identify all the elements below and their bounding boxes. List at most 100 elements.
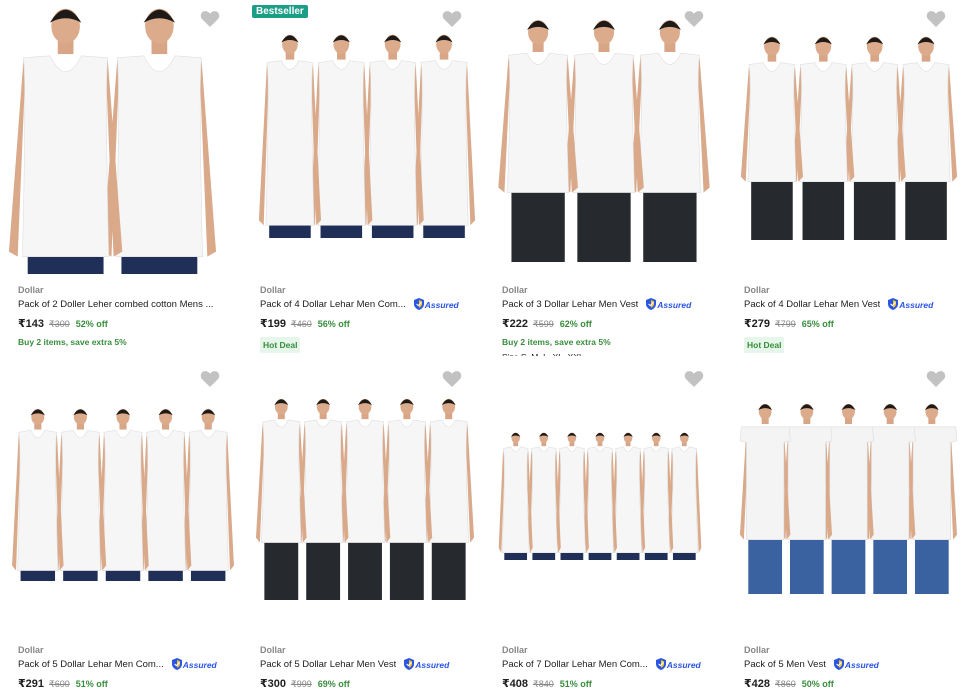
product-info: Dollar Pack of 2 Doller Leher combed cott…: [18, 284, 240, 347]
product-image[interactable]: [726, 360, 962, 640]
assured-label: Assured: [657, 299, 692, 310]
product-title[interactable]: Pack of 2 Doller Leher combed cotton Men…: [18, 298, 213, 311]
shield-icon: [404, 657, 415, 672]
original-price: ₹999: [291, 679, 312, 689]
product-card[interactable]: Bestseller Dollar Pack of 4 Dollar Lehar M…: [242, 0, 484, 360]
original-price: ₹460: [291, 319, 312, 329]
product-title[interactable]: Pack of 3 Dollar Lehar Men Vest: [502, 298, 638, 311]
product-card[interactable]: Dollar Pack of 3 Dollar Lehar Men Vest Ass…: [484, 0, 726, 360]
shield-icon: [171, 657, 183, 672]
title-row: Pack of 7 Dollar Lehar Men Com... Assured: [502, 657, 724, 672]
heart-icon[interactable]: [200, 10, 220, 28]
original-price: ₹300: [49, 319, 70, 329]
product-title[interactable]: Pack of 4 Dollar Lehar Men Com...: [260, 298, 406, 311]
discount-percent: 52% off: [75, 319, 108, 329]
price-row: ₹428 ₹860 50% off: [744, 677, 962, 691]
original-price: ₹840: [533, 679, 554, 689]
product-image[interactable]: [484, 0, 726, 280]
model-figure: [255, 398, 307, 600]
brand-name: Dollar: [260, 645, 286, 655]
model-figure: [258, 34, 322, 238]
shield-icon: [413, 297, 425, 312]
heart-icon[interactable]: [684, 370, 704, 388]
discount-percent: 56% off: [317, 319, 350, 329]
discount-percent: 51% off: [75, 679, 108, 689]
model-figure: [894, 36, 958, 240]
assured-label: Assured: [899, 299, 934, 310]
product-title[interactable]: Pack of 5 Men Vest: [744, 658, 826, 671]
discount-percent: 51% off: [559, 679, 592, 689]
product-info: Dollar Pack of 5 Dollar Lehar Men Vest Ass…: [260, 644, 482, 691]
shield-icon: [888, 297, 899, 312]
product-photo: [740, 36, 958, 240]
price-row: ₹199 ₹460 56% off: [260, 317, 482, 331]
product-photo: [498, 20, 710, 262]
title-row: Pack of 4 Dollar Lehar Men Vest Assured: [744, 297, 962, 312]
product-title[interactable]: Pack of 7 Dollar Lehar Men Com...: [502, 658, 648, 671]
bundle-offer: Buy 2 items, save extra 5%: [502, 337, 611, 347]
discount-percent: 69% off: [317, 679, 350, 689]
selling-price: ₹408: [502, 678, 529, 690]
product-title[interactable]: Pack of 4 Dollar Lehar Men Vest: [744, 298, 880, 311]
product-card[interactable]: Dollar Pack of 2 Doller Leher combed cott…: [0, 0, 242, 360]
heart-icon[interactable]: [926, 10, 946, 28]
assured-label: Assured: [424, 299, 459, 310]
assured-label: Assured: [182, 659, 217, 670]
price-row: ₹291 ₹600 51% off: [18, 677, 240, 691]
bestseller-badge: Bestseller: [252, 5, 308, 18]
heart-icon[interactable]: [442, 370, 462, 388]
product-photo: [12, 408, 234, 581]
price-row: ₹222 ₹599 62% off: [502, 317, 724, 331]
discount-percent: 62% off: [559, 319, 592, 329]
original-price: ₹799: [775, 319, 796, 329]
title-row: Pack of 2 Doller Leher combed cotton Men…: [18, 298, 240, 311]
model-figure: [564, 20, 644, 262]
size-list: Size S, M, L, XL, XXL: [502, 351, 724, 356]
product-image[interactable]: [0, 360, 242, 640]
discount-percent: 50% off: [801, 679, 834, 689]
product-image[interactable]: [242, 0, 484, 280]
model-figure: [423, 398, 475, 600]
product-title[interactable]: Pack of 5 Dollar Lehar Men Com...: [18, 658, 164, 671]
product-image[interactable]: [0, 0, 242, 280]
model-figure: [740, 36, 804, 240]
product-card[interactable]: Dollar Pack of 7 Dollar Lehar Men Com... A…: [484, 360, 726, 694]
model-figure: [843, 36, 906, 240]
brand-name: Dollar: [744, 285, 770, 295]
product-info: Dollar Pack of 5 Men Vest Assured ₹428 ₹860 5…: [744, 644, 962, 691]
assured-label: Assured: [666, 659, 701, 670]
selling-price: ₹143: [18, 318, 45, 330]
product-card[interactable]: Dollar Pack of 5 Dollar Lehar Men Vest Ass…: [242, 360, 484, 694]
selling-price: ₹279: [744, 318, 771, 330]
product-photo: [258, 34, 476, 238]
price-row: ₹408 ₹840 51% off: [502, 677, 724, 691]
brand-name: Dollar: [18, 645, 44, 655]
heart-icon[interactable]: [684, 10, 704, 28]
assured-badge: Assured: [646, 297, 692, 312]
selling-price: ₹428: [744, 678, 771, 690]
product-image[interactable]: [242, 360, 484, 640]
heart-icon[interactable]: [926, 370, 946, 388]
assured-label: Assured: [844, 659, 879, 670]
heart-icon[interactable]: [200, 370, 220, 388]
product-image[interactable]: [484, 360, 726, 640]
product-image[interactable]: [726, 0, 962, 280]
brand-name: Dollar: [744, 645, 770, 655]
product-title[interactable]: Pack of 5 Dollar Lehar Men Vest: [260, 658, 396, 671]
model-figure: [297, 398, 349, 600]
price-row: ₹300 ₹999 69% off: [260, 677, 482, 691]
bundle-offer: Buy 2 items, save extra 5%: [18, 337, 127, 347]
title-row: Pack of 5 Dollar Lehar Men Com... Assured: [18, 657, 240, 672]
product-card[interactable]: Dollar Pack of 5 Men Vest Assured ₹428 ₹860 5…: [726, 360, 962, 694]
assured-badge: Assured: [655, 657, 701, 672]
price-row: ₹143 ₹300 52% off: [18, 317, 240, 331]
product-photo: [498, 432, 702, 560]
selling-price: ₹300: [260, 678, 287, 690]
heart-icon[interactable]: [442, 10, 462, 28]
shield-icon: [646, 297, 657, 312]
product-card[interactable]: Dollar Pack of 4 Dollar Lehar Men Vest Ass…: [726, 0, 962, 360]
model-figure: [381, 398, 433, 600]
product-card[interactable]: Dollar Pack of 5 Dollar Lehar Men Com... A…: [0, 360, 242, 694]
selling-price: ₹199: [260, 318, 287, 330]
shield-icon: [655, 657, 667, 672]
